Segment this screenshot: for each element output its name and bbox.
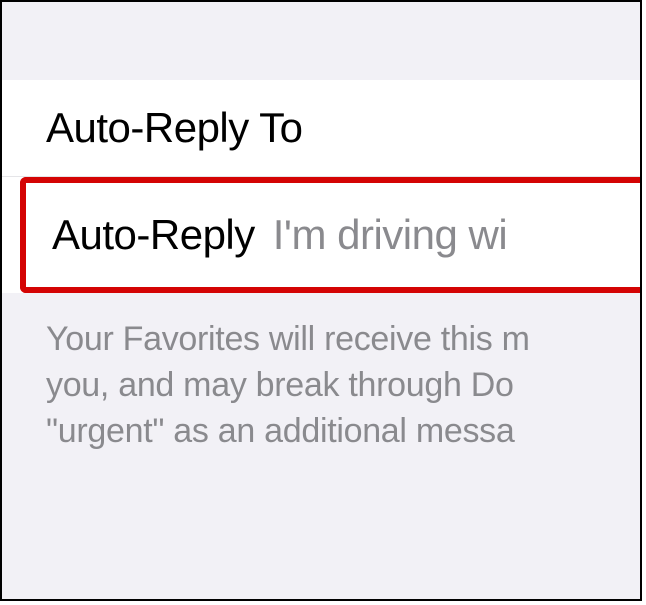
settings-group: Auto-Reply To Auto-Reply I'm driving wi — [2, 80, 640, 293]
footer-line-3: "urgent" as an additional messa — [46, 409, 640, 455]
auto-reply-to-label: Auto-Reply To — [46, 104, 303, 152]
auto-reply-to-row[interactable]: Auto-Reply To — [2, 80, 640, 177]
auto-reply-row[interactable]: Auto-Reply I'm driving wi — [26, 183, 640, 287]
auto-reply-label: Auto-Reply — [52, 211, 255, 259]
section-footer-text: Your Favorites will receive this m you, … — [2, 293, 640, 479]
footer-line-1: Your Favorites will receive this m — [46, 317, 640, 363]
footer-line-2: you, and may break through Do — [46, 363, 640, 409]
auto-reply-value: I'm driving wi — [273, 211, 507, 259]
settings-screen: Auto-Reply To Auto-Reply I'm driving wi … — [0, 0, 642, 601]
top-spacer — [2, 2, 640, 80]
highlight-annotation: Auto-Reply I'm driving wi — [20, 177, 640, 293]
